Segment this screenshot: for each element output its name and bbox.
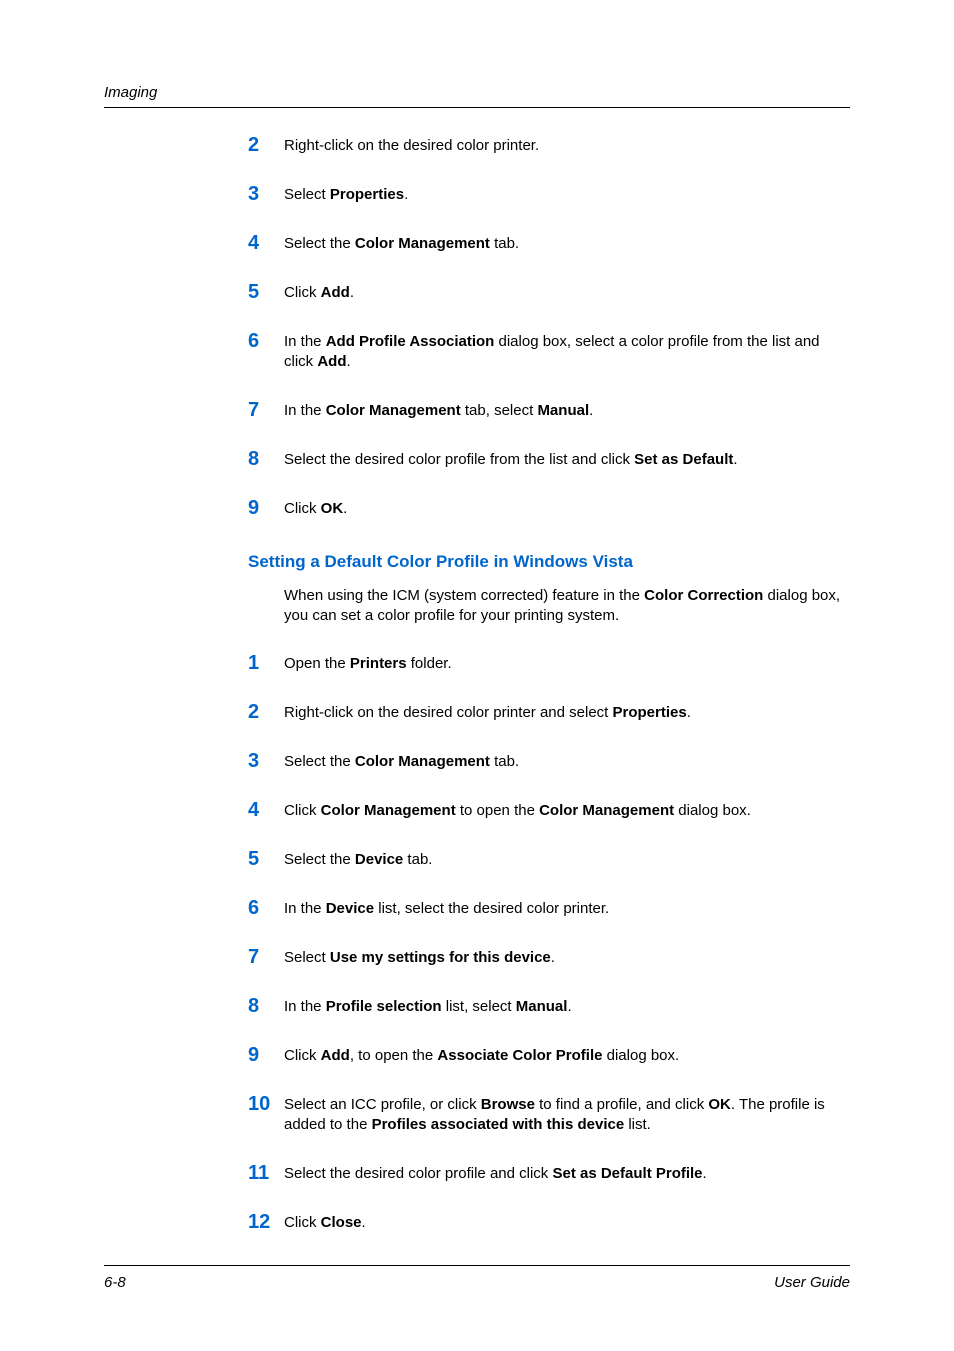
page-content: 2Right-click on the desired color printe… [104,108,850,1265]
section2-step: 2Right-click on the desired color printe… [248,701,842,724]
step-text: Click Color Management to open the Color… [284,799,751,821]
step-text: Click Close. [284,1211,366,1233]
section2-step: 10Select an ICC profile, or click Browse… [248,1093,842,1136]
footer-rule [104,1265,850,1266]
page-number: 6-8 [104,1274,126,1291]
step-number: 5 [248,281,284,304]
step-number: 7 [248,946,284,969]
step-number: 7 [248,399,284,422]
section2-step: 6In the Device list, select the desired … [248,897,842,920]
section2-step: 8In the Profile selection list, select M… [248,995,842,1018]
step-text: Select the Color Management tab. [284,232,519,254]
step-text: Select Properties. [284,183,408,205]
step-text: Open the Printers folder. [284,652,452,674]
step-text: Select the desired color profile from th… [284,448,738,470]
step-number: 9 [248,1044,284,1067]
section2-step: 12Click Close. [248,1211,842,1234]
step-text: Select the desired color profile and cli… [284,1162,707,1184]
step-number: 4 [248,232,284,255]
step-number: 10 [248,1093,284,1116]
step-number: 5 [248,848,284,871]
section2-step: 3Select the Color Management tab. [248,750,842,773]
page: Imaging 2Right-click on the desired colo… [0,0,954,1351]
footer-label: User Guide [774,1274,850,1291]
section1-step: 2Right-click on the desired color printe… [248,134,842,157]
step-number: 12 [248,1211,284,1234]
section1-step: 9Click OK. [248,497,842,520]
step-text: Click Add. [284,281,354,303]
step-number: 9 [248,497,284,520]
section2-step: 5Select the Device tab. [248,848,842,871]
section-intro: When using the ICM (system corrected) fe… [248,586,842,627]
step-text: Select the Device tab. [284,848,432,870]
step-number: 2 [248,701,284,724]
step-number: 4 [248,799,284,822]
step-text: Select an ICC profile, or click Browse t… [284,1093,842,1136]
section1-step: 5Click Add. [248,281,842,304]
step-number: 1 [248,652,284,675]
step-number: 6 [248,897,284,920]
step-number: 8 [248,995,284,1018]
section2-step: 4Click Color Management to open the Colo… [248,799,842,822]
step-number: 8 [248,448,284,471]
step-text: Right-click on the desired color printer… [284,134,539,156]
step-number: 11 [248,1162,284,1185]
step-text: Right-click on the desired color printer… [284,701,691,723]
step-number: 3 [248,183,284,206]
step-number: 2 [248,134,284,157]
section1-step: 8Select the desired color profile from t… [248,448,842,471]
section1-step: 3Select Properties. [248,183,842,206]
running-header: Imaging [104,84,850,101]
step-number: 6 [248,330,284,353]
step-text: In the Profile selection list, select Ma… [284,995,572,1017]
section1-step: 6In the Add Profile Association dialog b… [248,330,842,373]
step-number: 3 [248,750,284,773]
step-text: Select the Color Management tab. [284,750,519,772]
section2-step: 9Click Add, to open the Associate Color … [248,1044,842,1067]
section1-step: 7In the Color Management tab, select Man… [248,399,842,422]
page-footer: 6-8 User Guide [104,1274,850,1291]
section2-step: 11Select the desired color profile and c… [248,1162,842,1185]
step-text: Select Use my settings for this device. [284,946,555,968]
step-text: In the Color Management tab, select Manu… [284,399,593,421]
section2-step: 1Open the Printers folder. [248,652,842,675]
step-text: In the Device list, select the desired c… [284,897,609,919]
step-text: Click OK. [284,497,347,519]
section2-step: 7Select Use my settings for this device. [248,946,842,969]
section1-step: 4Select the Color Management tab. [248,232,842,255]
section-heading: Setting a Default Color Profile in Windo… [248,552,842,572]
step-text: In the Add Profile Association dialog bo… [284,330,842,373]
step-text: Click Add, to open the Associate Color P… [284,1044,679,1066]
